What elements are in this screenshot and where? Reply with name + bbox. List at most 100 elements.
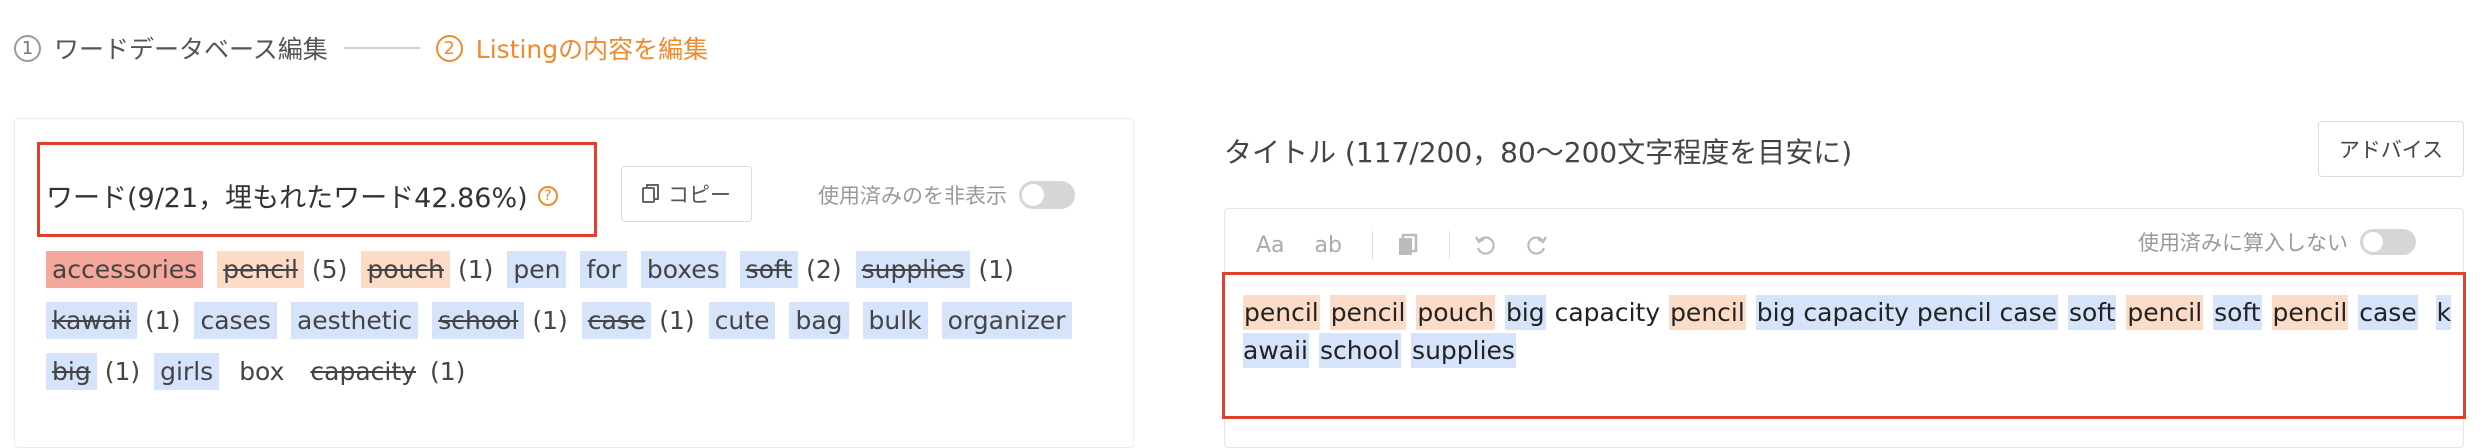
title-text-fragment (2116, 295, 2126, 330)
word-tag-count: (1) (429, 357, 466, 386)
toolbar-divider (1371, 231, 1373, 259)
word-tag-count: (2) (806, 255, 842, 284)
stepper: 1 ワードデータベース編集 2 Listingの内容を編集 (14, 30, 708, 66)
step-connector (343, 47, 420, 49)
word-tag-text: pencil (217, 251, 304, 288)
title-keyword: school (1318, 333, 1402, 368)
word-tag-text: pouch (361, 251, 450, 288)
word-tag-count: (1) (104, 357, 141, 386)
title-keyword: pencil (2271, 295, 2349, 330)
tag-row: big (1) girls box capacity (1) (46, 353, 1106, 390)
step-1-label: ワードデータベース編集 (54, 35, 328, 64)
copy-icon (642, 184, 659, 203)
words-title: ワード(9/21，埋もれたワード42.86%) ? (46, 176, 558, 215)
step-2-label: Listingの内容を編集 (475, 35, 709, 64)
word-tag-boxes[interactable]: boxes (640, 251, 726, 288)
title-text-fragment (1320, 295, 1330, 330)
word-tag-count: (1) (145, 306, 181, 335)
word-tag-bulk[interactable]: bulk (862, 302, 928, 339)
copy-button-label: コピー (668, 183, 731, 207)
word-tag-bag[interactable]: bag (789, 302, 849, 339)
word-tag-text: for (580, 251, 627, 288)
copy-button[interactable]: コピー (621, 166, 752, 222)
title-keyword: soft (2213, 295, 2262, 330)
not-count-control: 使用済みに算入しない (2138, 227, 2416, 257)
step-1-number: 1 (14, 34, 41, 62)
word-tag-count: (1) (978, 255, 1014, 284)
paste-icon[interactable] (1397, 233, 1419, 257)
hide-used-toggle[interactable] (1019, 181, 1075, 209)
word-tag-aesthetic[interactable]: aesthetic (290, 302, 419, 339)
word-tag-text: kawaii (46, 302, 138, 339)
step-2[interactable]: 2 Listingの内容を編集 (435, 30, 709, 66)
word-tag-school[interactable]: school (1) (432, 302, 568, 339)
title-keyword: pencil (1243, 295, 1320, 330)
not-count-label: 使用済みに算入しない (2138, 231, 2348, 255)
title-text-fragment (1495, 295, 1505, 330)
title-keyword: case (2358, 295, 2418, 330)
title-heading: タイトル (117/200，80～200文字程度を目安に) (1224, 136, 1853, 169)
title-text-fragment (2262, 295, 2272, 330)
word-tag-text: supplies (855, 251, 971, 288)
title-keyword: soft (2067, 295, 2117, 330)
uppercase-button[interactable]: Aa (1256, 233, 1285, 258)
word-tag-pencil[interactable]: pencil (5) (217, 251, 347, 288)
word-tag-cases[interactable]: cases (194, 302, 277, 339)
word-tag-text: school (432, 302, 525, 339)
title-keyword: pouch (1416, 295, 1495, 330)
step-2-number: 2 (435, 34, 463, 62)
advice-button[interactable]: アドバイス (2318, 121, 2464, 177)
word-tag-text: box (239, 357, 285, 386)
word-tag-text: girls (154, 353, 220, 390)
word-tag-text: bulk (862, 302, 928, 339)
hide-used-control: 使用済みのを非表示 (818, 180, 1075, 210)
help-icon[interactable]: ? (537, 185, 558, 206)
redo-icon[interactable] (1526, 234, 1548, 256)
word-tag-text: soft (739, 251, 799, 288)
title-text-fragment (1406, 295, 1416, 330)
title-text-fragment (2418, 295, 2436, 330)
title-text-fragment (1746, 295, 1756, 330)
word-tag-kawaii[interactable]: kawaii (1) (46, 302, 180, 339)
word-tag-pen[interactable]: pen (507, 251, 567, 288)
word-tag-case[interactable]: case (1) (581, 302, 695, 339)
title-keyword: pencil (1329, 295, 1407, 330)
word-tag-text: big (46, 353, 97, 390)
word-tag-capacity[interactable]: capacity (1) (304, 353, 465, 390)
word-tag-pouch[interactable]: pouch (1) (361, 251, 493, 288)
editor-toolbar: Aa ab (1256, 225, 1578, 265)
lowercase-button[interactable]: ab (1315, 233, 1342, 258)
word-tags: accessories pencil (5) pouch (1) pen for boxes s… (46, 251, 1106, 404)
word-tag-text: boxes (640, 251, 726, 288)
not-count-toggle[interactable] (2360, 229, 2416, 255)
word-tag-text: aesthetic (290, 302, 419, 339)
word-tag-text: accessories (46, 251, 204, 288)
word-tag-count: (1) (659, 306, 695, 335)
title-text-fragment (1401, 333, 1411, 368)
title-text-fragment (2058, 295, 2068, 330)
word-tag-count: (1) (532, 306, 568, 335)
title-textarea[interactable]: pencil pencil pouch big capacity pencil … (1243, 294, 2453, 370)
title-keyword: big (1504, 295, 1546, 330)
step-1[interactable]: 1 ワードデータベース編集 (14, 30, 328, 66)
word-tag-cute[interactable]: cute (708, 302, 776, 339)
word-tag-for[interactable]: for (580, 251, 627, 288)
word-tag-text: case (581, 302, 652, 339)
words-title-text: ワード(9/21，埋もれたワード42.86%) (46, 183, 528, 214)
word-tag-text: pen (507, 251, 567, 288)
title-keyword: big capacity pencil case (1755, 295, 2059, 330)
title-keyword: supplies (1411, 333, 1516, 368)
toolbar-divider (1448, 231, 1450, 259)
word-tag-supplies[interactable]: supplies (1) (855, 251, 1014, 288)
word-tag-text: bag (789, 302, 849, 339)
title-keyword: pencil (1669, 295, 1746, 330)
word-tag-organizer[interactable]: organizer (941, 302, 1072, 339)
word-tag-box[interactable]: box (233, 353, 290, 390)
word-tag-soft[interactable]: soft (2) (739, 251, 842, 288)
tag-row: accessories pencil (5) pouch (1) pen for boxes s… (46, 251, 1106, 288)
tag-row: kawaii (1) cases aesthetic school (1) case (1) c… (46, 302, 1106, 339)
undo-icon[interactable] (1474, 234, 1496, 256)
word-tag-girls[interactable]: girls (154, 353, 220, 390)
word-tag-big[interactable]: big (1) (46, 353, 140, 390)
word-tag-accessories[interactable]: accessories (46, 251, 204, 288)
